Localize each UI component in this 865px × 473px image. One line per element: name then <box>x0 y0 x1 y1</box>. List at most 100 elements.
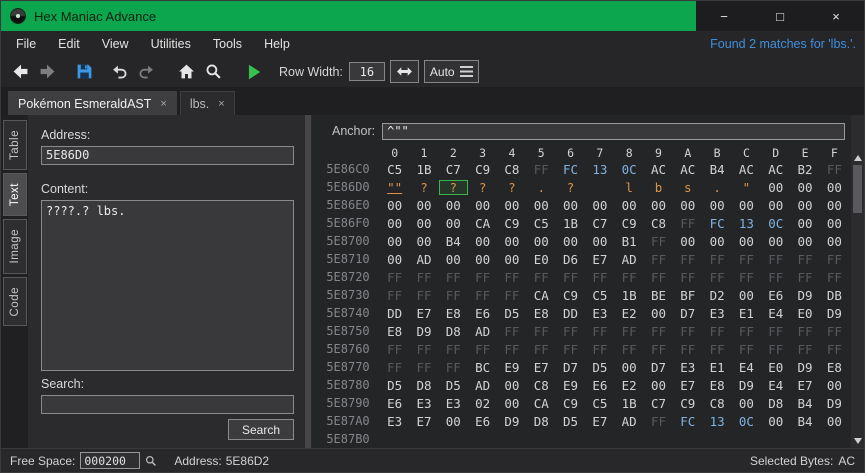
hex-byte-cell[interactable]: 0C <box>761 216 790 231</box>
hex-byte-cell[interactable]: 00 <box>702 198 731 213</box>
hex-byte-cell[interactable]: 00 <box>527 198 556 213</box>
hex-byte-cell[interactable]: FF <box>585 324 614 339</box>
hex-byte-cell[interactable]: D8 <box>409 378 438 393</box>
hex-byte-cell[interactable]: BF <box>673 288 702 303</box>
tab-close-icon[interactable]: × <box>218 98 224 110</box>
goto-search-button[interactable] <box>200 59 227 85</box>
hex-byte-cell[interactable]: FF <box>497 288 526 303</box>
redo-button[interactable] <box>133 59 160 85</box>
hex-byte-cell[interactable]: 00 <box>732 198 761 213</box>
hex-byte-cell[interactable]: FF <box>702 270 731 285</box>
hex-byte-cell[interactable]: 13 <box>585 162 614 177</box>
hex-byte-cell[interactable]: FF <box>732 342 761 357</box>
hex-byte-cell[interactable]: s <box>673 180 702 195</box>
hex-byte-cell[interactable]: FF <box>497 342 526 357</box>
hex-byte-cell[interactable]: 00 <box>615 198 644 213</box>
hex-byte-cell[interactable]: FF <box>820 342 849 357</box>
hex-byte-cell[interactable]: D9 <box>497 414 526 429</box>
hex-byte-cell[interactable]: FF <box>644 414 673 429</box>
hex-byte-cell[interactable]: E7 <box>790 378 819 393</box>
hex-byte-cell[interactable]: C9 <box>556 288 585 303</box>
hex-byte-cell[interactable]: ? <box>556 180 585 195</box>
hex-byte-cell[interactable]: 00 <box>380 252 409 267</box>
hex-byte-cell[interactable]: E4 <box>761 378 790 393</box>
close-button[interactable]: × <box>808 1 864 31</box>
hex-byte-cell[interactable]: E7 <box>409 306 438 321</box>
hex-byte-cell[interactable]: ? <box>409 180 438 195</box>
hex-byte-cell[interactable]: 00 <box>761 180 790 195</box>
hex-byte-cell[interactable]: FF <box>439 288 468 303</box>
hex-byte-cell[interactable]: 00 <box>380 234 409 249</box>
hex-byte-cell[interactable]: E7 <box>409 414 438 429</box>
hex-byte-cell[interactable]: 00 <box>761 198 790 213</box>
hex-byte-cell[interactable]: 00 <box>820 414 849 429</box>
hex-byte-cell[interactable]: FC <box>702 216 731 231</box>
hex-byte-cell[interactable]: " <box>732 180 761 195</box>
hex-byte-cell[interactable]: C8 <box>702 396 731 411</box>
hex-byte-cell[interactable]: E6 <box>585 378 614 393</box>
hex-byte-cell[interactable]: E3 <box>585 306 614 321</box>
hex-byte-cell[interactable]: 00 <box>380 216 409 231</box>
hex-byte-cell[interactable]: C8 <box>644 216 673 231</box>
hex-byte-cell[interactable]: 00 <box>820 378 849 393</box>
menu-file[interactable]: File <box>5 37 47 51</box>
hex-byte-cell[interactable]: E6 <box>761 288 790 303</box>
hex-byte-cell[interactable]: FF <box>820 270 849 285</box>
hex-byte-cell[interactable]: FF <box>761 270 790 285</box>
hex-byte-cell[interactable]: E1 <box>702 360 731 375</box>
hex-byte-cell[interactable]: E4 <box>732 360 761 375</box>
hex-byte-cell[interactable]: D5 <box>556 414 585 429</box>
hex-byte-cell[interactable]: AC <box>761 162 790 177</box>
hex-byte-cell[interactable]: 00 <box>790 234 819 249</box>
side-tab-code[interactable]: Code <box>3 277 27 327</box>
hex-byte-cell[interactable]: 00 <box>497 378 526 393</box>
hex-byte-cell[interactable]: D7 <box>673 306 702 321</box>
hex-byte-cell[interactable]: FF <box>673 216 702 231</box>
hex-byte-cell[interactable]: C8 <box>527 378 556 393</box>
free-space-search-icon[interactable] <box>145 455 157 467</box>
hex-byte-cell[interactable]: FF <box>615 270 644 285</box>
hex-byte-cell[interactable]: . <box>702 180 731 195</box>
hex-byte-cell[interactable]: 00 <box>468 252 497 267</box>
anchor-input[interactable] <box>382 123 845 140</box>
hex-byte-cell[interactable]: FF <box>468 288 497 303</box>
hex-byte-cell[interactable]: AD <box>468 324 497 339</box>
minimize-button[interactable]: − <box>696 1 752 31</box>
hex-byte-cell[interactable]: D5 <box>439 378 468 393</box>
hex-byte-cell[interactable]: FF <box>790 252 819 267</box>
hex-byte-cell[interactable]: E0 <box>527 252 556 267</box>
hex-byte-cell[interactable]: D9 <box>409 324 438 339</box>
home-button[interactable] <box>173 59 200 85</box>
hex-byte-cell[interactable]: 00 <box>409 216 438 231</box>
hex-byte-cell[interactable]: E6 <box>468 414 497 429</box>
hex-byte-cell[interactable]: FF <box>556 270 585 285</box>
hex-byte-cell[interactable]: E8 <box>380 324 409 339</box>
hex-byte-cell[interactable]: DB <box>820 288 849 303</box>
hex-byte-cell[interactable]: 00 <box>409 198 438 213</box>
hex-byte-cell[interactable]: D7 <box>644 360 673 375</box>
hex-byte-cell[interactable]: 00 <box>556 234 585 249</box>
side-tab-text[interactable]: Text <box>3 173 27 216</box>
hex-byte-cell[interactable]: 00 <box>439 198 468 213</box>
hex-byte-cell[interactable]: 1B <box>615 396 644 411</box>
hex-byte-cell[interactable]: FF <box>439 342 468 357</box>
hex-byte-cell[interactable]: 00 <box>468 234 497 249</box>
hex-byte-cell[interactable]: AD <box>409 252 438 267</box>
hex-byte-cell[interactable]: E7 <box>585 252 614 267</box>
hex-byte-cell[interactable]: 00 <box>380 198 409 213</box>
hex-byte-cell[interactable]: FF <box>468 270 497 285</box>
hex-byte-cell[interactable]: 00 <box>790 198 819 213</box>
hex-byte-cell[interactable]: B1 <box>615 234 644 249</box>
hex-byte-cell[interactable]: 00 <box>409 234 438 249</box>
hex-byte-cell[interactable]: FF <box>380 342 409 357</box>
hex-byte-cell[interactable]: E2 <box>615 306 644 321</box>
hex-byte-cell[interactable]: FF <box>439 360 468 375</box>
hex-byte-cell[interactable]: BC <box>468 360 497 375</box>
hex-byte-cell[interactable]: FF <box>527 342 556 357</box>
hex-byte-cell[interactable]: 00 <box>761 234 790 249</box>
tab-close-icon[interactable]: × <box>160 98 166 110</box>
hex-byte-cell[interactable]: "" <box>380 180 409 195</box>
hex-byte-cell[interactable]: 00 <box>761 414 790 429</box>
hex-byte-cell[interactable]: D9 <box>790 288 819 303</box>
hex-byte-cell[interactable]: E8 <box>820 360 849 375</box>
